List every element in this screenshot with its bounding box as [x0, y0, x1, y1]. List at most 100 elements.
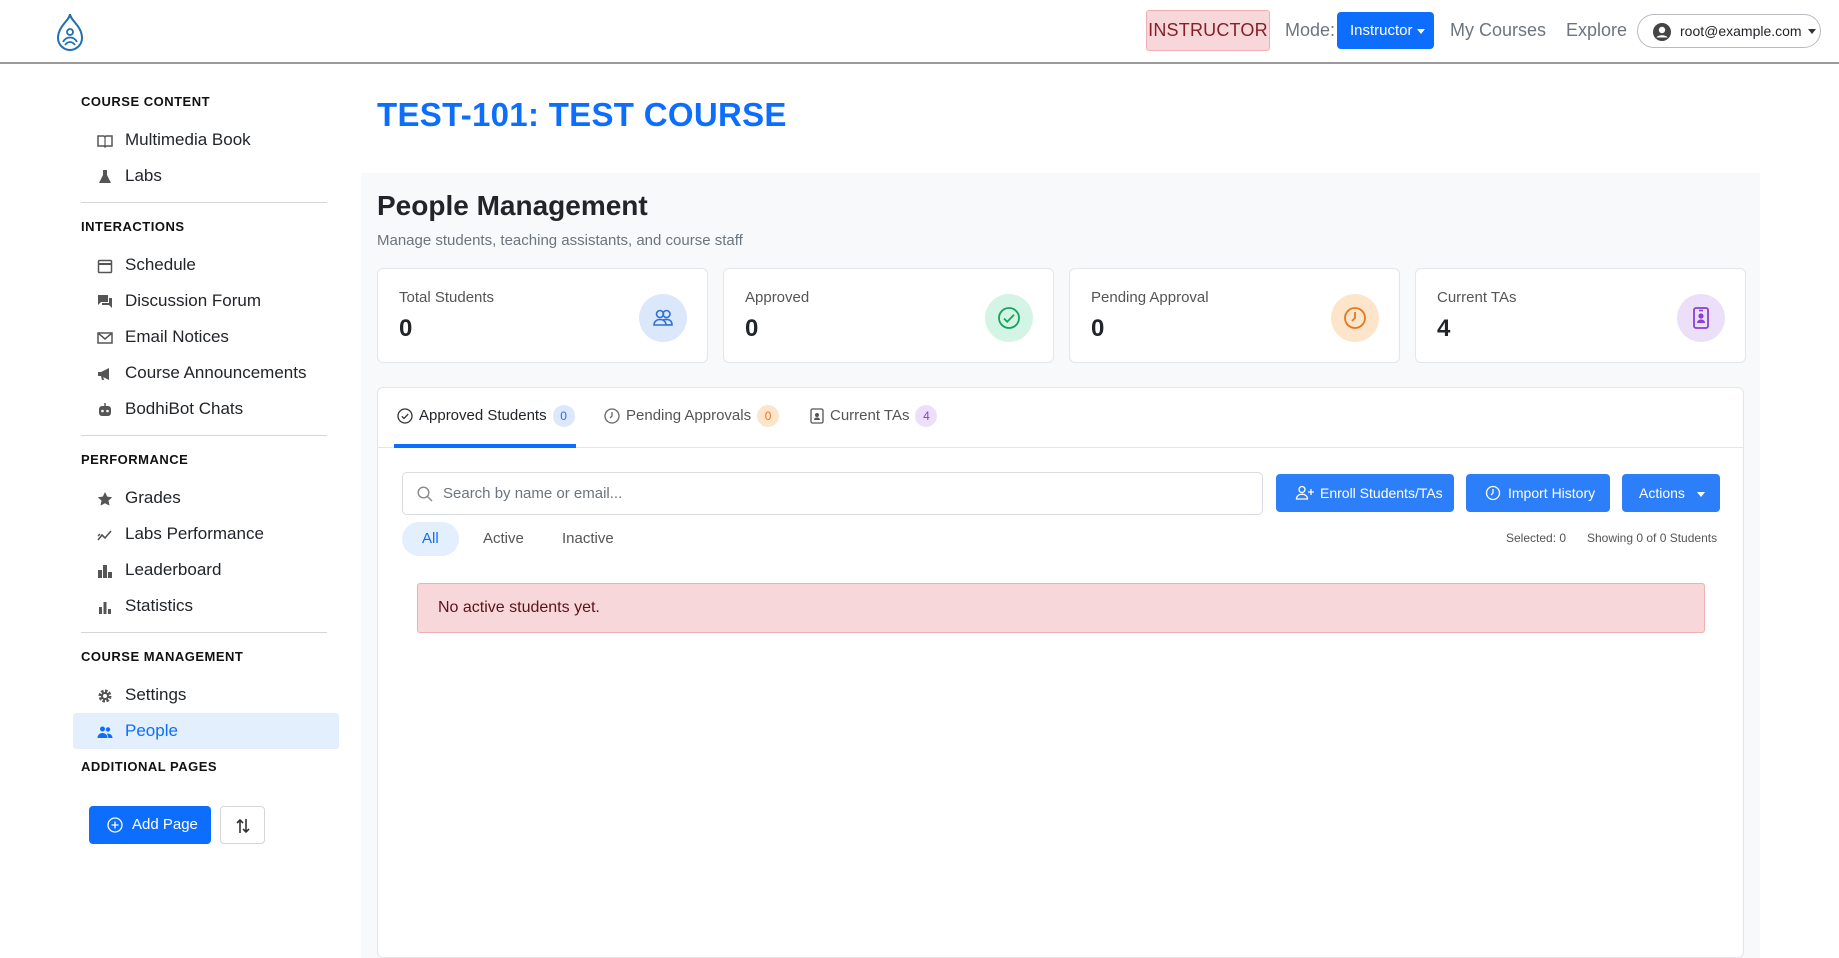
megaphone-icon: [98, 368, 109, 380]
enroll-label: Enroll Students/TAs: [1320, 485, 1443, 501]
sidebar-item-statistics[interactable]: Statistics: [73, 588, 339, 624]
section-title-performance: PERFORMANCE: [81, 452, 189, 467]
divider: [81, 632, 327, 633]
book-icon: [97, 135, 113, 149]
nav-my-courses[interactable]: My Courses: [1450, 10, 1546, 51]
page-title: People Management: [377, 190, 648, 221]
sidebar-item-label: Schedule: [125, 255, 196, 274]
section-title-course-content: COURSE CONTENT: [81, 94, 211, 109]
chevron-down-icon: [1808, 29, 1816, 34]
sidebar-item-multimedia-book[interactable]: Multimedia Book: [73, 122, 339, 158]
section-title-interactions: INTERACTIONS: [81, 219, 185, 234]
top-navbar: INSTRUCTOR Mode: Instructor My Courses E…: [0, 0, 1839, 64]
users-icon: [639, 294, 687, 342]
page-subtitle: Manage students, teaching assistants, an…: [377, 232, 743, 249]
sidebar-item-labs[interactable]: Labs: [73, 158, 339, 194]
chevron-down-icon: [1416, 28, 1425, 34]
role-badge: INSTRUCTOR: [1146, 10, 1270, 51]
mail-icon: [97, 332, 113, 344]
add-page-label: Add Page: [132, 816, 198, 833]
leaderboard-icon: [98, 565, 112, 578]
stat-value: 0: [399, 315, 413, 342]
sidebar-item-schedule[interactable]: Schedule: [73, 247, 339, 283]
course-title: TEST-101: TEST COURSE: [377, 96, 787, 133]
history-icon: [1485, 485, 1501, 501]
reorder-pages-button[interactable]: [220, 806, 265, 844]
stat-label: Approved: [745, 289, 810, 306]
sidebar-item-label: Statistics: [125, 596, 194, 615]
filter-inactive[interactable]: Inactive: [542, 522, 634, 556]
tab-count-badge: 0: [757, 405, 780, 428]
import-history-button[interactable]: Import History: [1466, 474, 1610, 512]
filter-active[interactable]: Active: [463, 522, 544, 556]
sidebar-item-people[interactable]: People: [73, 713, 339, 749]
showing-count: Showing 0 of 0 Students: [1587, 531, 1718, 545]
stat-card-current-tas: Current TAs 4: [1415, 268, 1746, 363]
sidebar-item-label: Multimedia Book: [125, 130, 251, 149]
add-page-button[interactable]: Add Page: [89, 806, 211, 844]
sidebar-item-grades[interactable]: Grades: [73, 480, 339, 516]
stat-card-approved: Approved 0: [723, 268, 1054, 363]
sidebar-item-label: People: [125, 721, 178, 740]
sidebar-item-label: Settings: [125, 685, 187, 704]
flask-icon: [99, 170, 111, 183]
tab-label: Pending Approvals: [626, 407, 752, 424]
tab-pending-approvals[interactable]: Pending Approvals 0: [604, 388, 780, 448]
sidebar: COURSE CONTENT Multimedia Book Labs INTE…: [73, 90, 339, 779]
mode-dropdown[interactable]: Instructor: [1337, 12, 1434, 49]
sidebar-item-discussion-forum[interactable]: Discussion Forum: [73, 283, 339, 319]
divider: [81, 202, 327, 203]
stat-card-total-students: Total Students 0: [377, 268, 708, 363]
sidebar-item-settings[interactable]: Settings: [73, 677, 339, 713]
empty-state-alert: No active students yet.: [417, 583, 1705, 633]
user-email: root@example.com: [1680, 23, 1802, 39]
plus-circle-icon: [107, 817, 123, 833]
tab-count-badge: 0: [552, 405, 575, 428]
check-circle-icon: [397, 408, 413, 424]
actions-dropdown[interactable]: Actions: [1622, 474, 1720, 512]
gear-icon: [98, 689, 112, 703]
import-label: Import History: [1508, 485, 1596, 501]
badge-icon: [1677, 294, 1725, 342]
stat-value: 4: [1437, 315, 1451, 342]
sidebar-item-label: Labs: [125, 166, 162, 185]
bar-chart-icon: [99, 602, 111, 614]
section-title-course-management: COURSE MANAGEMENT: [81, 649, 244, 664]
sidebar-item-course-announcements[interactable]: Course Announcements: [73, 355, 339, 391]
sidebar-item-label: Course Announcements: [125, 363, 307, 382]
enroll-students-button[interactable]: Enroll Students/TAs: [1276, 474, 1454, 512]
logo-icon[interactable]: [53, 12, 87, 52]
nav-explore[interactable]: Explore: [1566, 10, 1627, 51]
sidebar-item-labs-performance[interactable]: Labs Performance: [73, 516, 339, 552]
sidebar-item-label: Email Notices: [125, 327, 229, 346]
clock-icon: [1331, 294, 1379, 342]
mode-label: Mode:: [1285, 20, 1336, 40]
mode-value: Instructor: [1350, 22, 1413, 39]
stat-label: Pending Approval: [1091, 289, 1209, 306]
search-box: [402, 472, 1263, 515]
tab-label: Approved Students: [419, 407, 547, 424]
sidebar-item-label: Leaderboard: [125, 560, 222, 579]
sidebar-item-label: Grades: [125, 488, 181, 507]
sort-arrows-icon: [236, 818, 250, 834]
calendar-icon: [97, 259, 113, 274]
check-circle-icon: [985, 294, 1033, 342]
filter-all[interactable]: All: [402, 522, 459, 556]
search-icon: [417, 486, 433, 502]
add-user-icon: [1295, 485, 1314, 500]
user-menu[interactable]: root@example.com: [1637, 14, 1821, 48]
tab-label: Current TAs: [830, 407, 910, 424]
stat-value: 0: [745, 315, 759, 342]
tab-count-badge: 4: [915, 405, 938, 428]
chevron-down-icon: [1696, 491, 1705, 497]
trend-icon: [97, 530, 112, 541]
sidebar-item-email-notices[interactable]: Email Notices: [73, 319, 339, 355]
tab-approved-students[interactable]: Approved Students 0: [394, 388, 576, 448]
sidebar-item-bodhibot-chats[interactable]: BodhiBot Chats: [73, 391, 339, 427]
search-input[interactable]: [443, 473, 1243, 514]
tab-bar: Approved Students 0 Pending Approvals 0 Cu…: [378, 388, 1743, 448]
sidebar-item-leaderboard[interactable]: Leaderboard: [73, 552, 339, 588]
divider: [81, 435, 327, 436]
people-icon: [97, 726, 113, 738]
tab-current-tas[interactable]: Current TAs 4: [810, 388, 938, 448]
